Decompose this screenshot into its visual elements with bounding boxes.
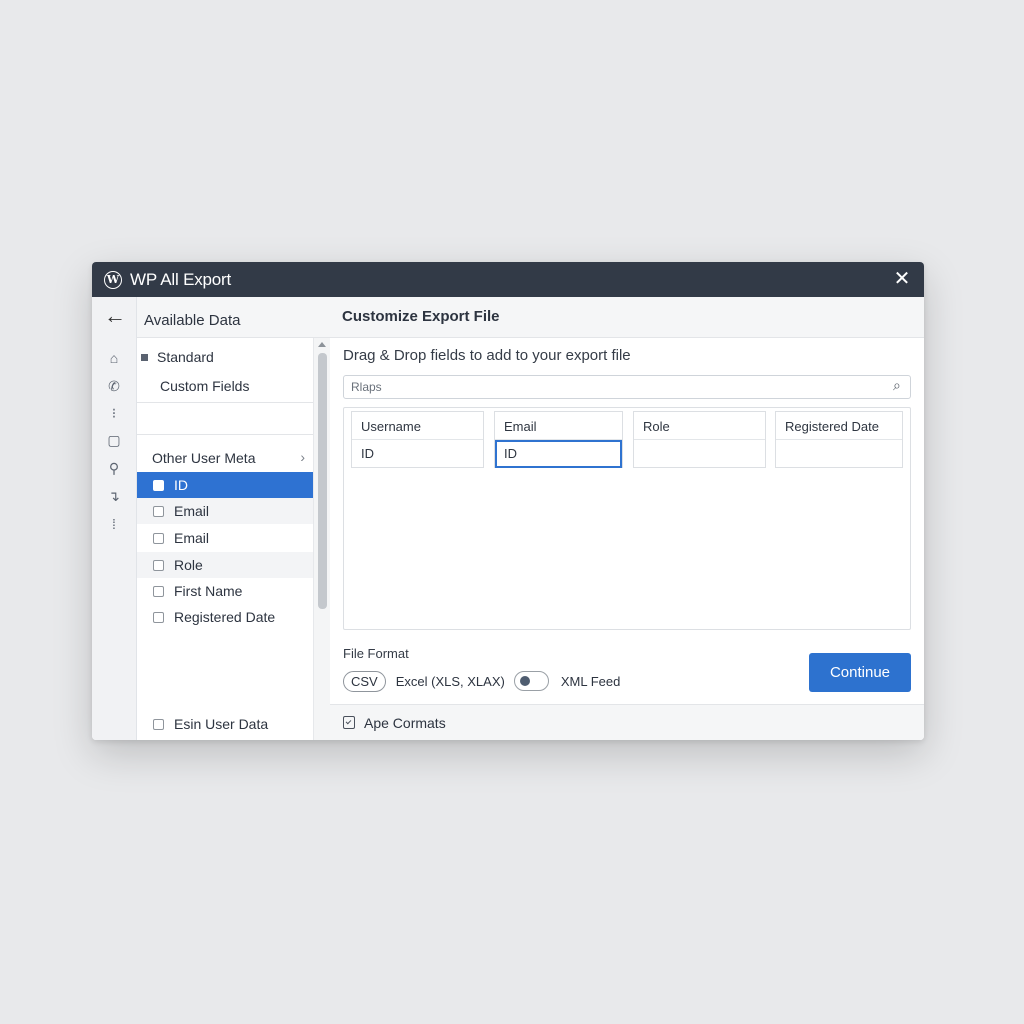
field-checkbox[interactable]	[153, 532, 164, 544]
phone-icon[interactable]: ✆	[105, 377, 123, 395]
export-column-role[interactable]: Role	[633, 411, 766, 468]
export-column-email[interactable]: Email ID	[494, 411, 623, 468]
divider	[137, 434, 313, 435]
square-icon[interactable]: ▢	[105, 431, 123, 449]
category-standard[interactable]: Standard	[141, 349, 214, 365]
column-value: ID	[361, 446, 374, 461]
export-column-registered-date[interactable]: Registered Date	[775, 411, 903, 468]
column-header: Role	[634, 412, 765, 440]
field-item-email-2[interactable]: Email	[137, 525, 313, 551]
search-input[interactable]: Rlaps	[343, 375, 911, 399]
available-data-panel: Available Data Standard Custom Fields Ot…	[137, 297, 330, 740]
dots-icon[interactable]: ⁞	[105, 515, 123, 533]
field-item-registered-date[interactable]: Registered Date	[137, 604, 313, 630]
export-columns-dropzone[interactable]: Username ID Email ID Role Registered Dat…	[343, 407, 911, 630]
scrollbar[interactable]	[313, 338, 330, 740]
format-toggle[interactable]	[513, 671, 549, 691]
field-checkbox[interactable]	[153, 718, 164, 730]
column-value[interactable]: ID	[495, 440, 622, 468]
format-csv-option[interactable]: CSV	[343, 670, 386, 692]
corner-icon[interactable]: ↴	[105, 487, 123, 505]
field-item-user-data[interactable]: Esin User Data	[137, 711, 313, 737]
file-format-options: CSV Excel (XLS, XLAX) XML Feed	[343, 669, 629, 693]
field-checkbox[interactable]	[153, 611, 164, 623]
field-label: Role	[174, 557, 203, 573]
field-checkbox[interactable]	[153, 505, 164, 517]
grid-icon[interactable]: ⁝	[105, 404, 123, 422]
field-checkbox[interactable]	[153, 559, 164, 571]
scroll-up-icon[interactable]	[318, 342, 326, 347]
format-xml-option[interactable]: XML Feed	[561, 674, 621, 689]
home-icon[interactable]: ⌂	[105, 349, 123, 367]
field-checkbox[interactable]	[153, 479, 164, 491]
drag-drop-instructions: Drag & Drop fields to add to your export…	[343, 347, 631, 364]
column-header: Registered Date	[776, 412, 902, 440]
icon-rail: ← ⌂ ✆ ⁝ ▢ ⚲ ↴ ⁞	[92, 297, 137, 740]
column-header: Username	[352, 412, 483, 440]
field-label: Email	[174, 503, 210, 519]
search-user-icon[interactable]: ⚲	[105, 459, 123, 477]
field-label: Email	[174, 530, 210, 546]
field-item-id[interactable]: ID	[137, 472, 313, 498]
export-dialog: W WP All Export ✕ ← ⌂ ✆ ⁝ ▢ ⚲ ↴ ⁞ Availa…	[92, 262, 924, 740]
field-label: First Name	[174, 583, 243, 599]
divider	[137, 402, 313, 403]
column-value	[776, 440, 902, 468]
scrollbar-thumb[interactable]	[318, 353, 327, 609]
column-header: Email	[495, 412, 622, 440]
window-title: WP All Export	[130, 269, 232, 289]
field-label: ID	[174, 477, 188, 493]
export-column-username[interactable]: Username ID	[351, 411, 484, 468]
format-excel-option[interactable]: Excel (XLS, XLAX)	[396, 674, 505, 689]
customize-panel: Customize Export File Drag & Drop fields…	[330, 297, 924, 740]
other-user-meta-label: Other User Meta	[152, 450, 256, 466]
footer-label[interactable]: Ape Cormats	[364, 715, 446, 731]
category-custom-fields[interactable]: Custom Fields	[160, 378, 249, 394]
back-arrow-icon[interactable]: ←	[104, 305, 126, 327]
checklist-icon	[343, 716, 355, 729]
bullet-icon	[141, 353, 148, 361]
field-item-first-name[interactable]: First Name	[137, 578, 313, 604]
toggle-knob	[519, 676, 530, 686]
wordpress-logo-icon: W	[104, 270, 122, 289]
title-bar: W WP All Export ✕	[92, 262, 924, 297]
continue-button[interactable]: Continue	[809, 653, 911, 692]
available-data-header: Available Data	[137, 297, 330, 338]
footer-bar: Ape Cormats	[330, 704, 924, 740]
field-item-email[interactable]: Email	[137, 498, 313, 524]
field-checkbox[interactable]	[153, 585, 164, 597]
chevron-right-icon: ›	[300, 449, 305, 465]
field-label: Registered Date	[174, 609, 276, 625]
customize-header: Customize Export File	[330, 297, 924, 338]
column-value	[634, 440, 765, 468]
field-label: Esin User Data	[174, 716, 269, 732]
close-icon[interactable]: ✕	[892, 269, 912, 289]
field-item-role[interactable]: Role	[137, 552, 313, 578]
other-user-meta-group[interactable]: Other User Meta ›	[137, 442, 313, 472]
search-icon[interactable]: ⌕	[893, 377, 901, 394]
file-format-label: File Format	[343, 646, 409, 661]
category-standard-label: Standard	[157, 349, 214, 365]
